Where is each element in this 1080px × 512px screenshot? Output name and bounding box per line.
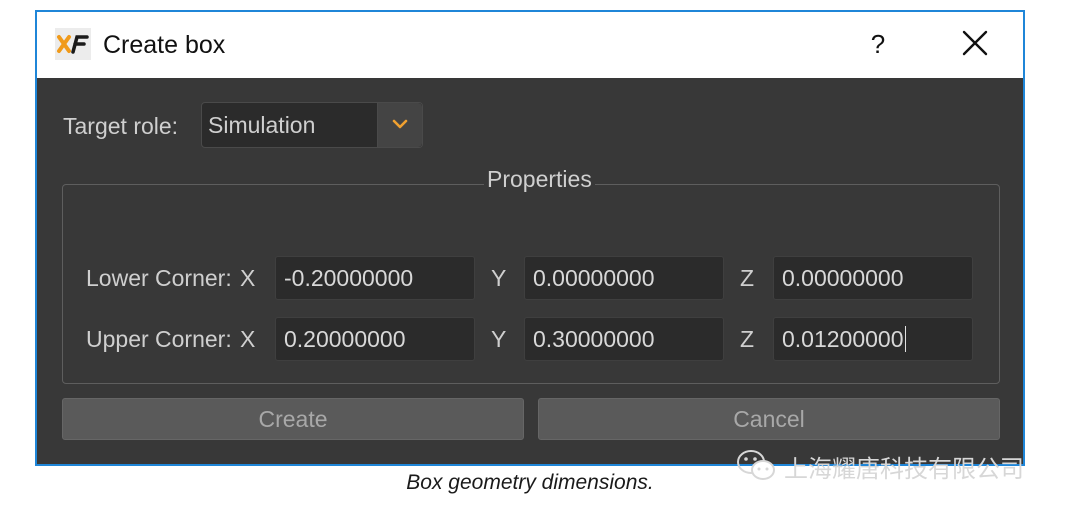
dialog-title: Create box — [103, 31, 226, 59]
page: Create box ? Target role: Simulation Pro… — [0, 0, 1080, 512]
lower-corner-label: Lower Corner: — [86, 265, 232, 291]
upper-z-label: Z — [740, 326, 755, 352]
create-box-dialog: Create box ? Target role: Simulation Pro… — [35, 10, 1025, 466]
upper-z-value: 0.01200000 — [782, 326, 904, 352]
lower-x-label: X — [240, 265, 256, 291]
properties-title: Properties — [484, 165, 595, 193]
lower-x-input[interactable]: -0.20000000 — [275, 256, 475, 300]
lower-y-label: Y — [491, 265, 507, 291]
lower-y-input[interactable]: 0.00000000 — [524, 256, 724, 300]
upper-y-input[interactable]: 0.30000000 — [524, 317, 724, 361]
target-role-dropdown[interactable]: Simulation — [201, 102, 423, 148]
app-logo-icon — [55, 28, 91, 60]
create-button[interactable]: Create — [62, 398, 524, 440]
cancel-button[interactable]: Cancel — [538, 398, 1000, 440]
upper-x-label: X — [240, 326, 256, 352]
upper-corner-label: Upper Corner: — [86, 326, 232, 352]
dialog-body: Target role: Simulation Properties Lower… — [37, 78, 1023, 464]
help-button[interactable]: ? — [863, 26, 893, 62]
target-role-value: Simulation — [208, 112, 316, 138]
lower-z-label: Z — [740, 265, 755, 291]
chevron-down-icon — [392, 119, 408, 129]
dropdown-arrow-button[interactable] — [377, 103, 422, 147]
upper-z-input[interactable]: 0.01200000 — [773, 317, 973, 361]
upper-y-label: Y — [491, 326, 507, 352]
figure-caption: Box geometry dimensions. — [406, 471, 654, 494]
lower-z-input[interactable]: 0.00000000 — [773, 256, 973, 300]
upper-x-input[interactable]: 0.20000000 — [275, 317, 475, 361]
close-icon[interactable] — [955, 26, 995, 62]
target-role-label: Target role: — [63, 113, 179, 139]
title-bar: Create box ? — [37, 12, 1023, 78]
text-caret — [904, 325, 906, 352]
